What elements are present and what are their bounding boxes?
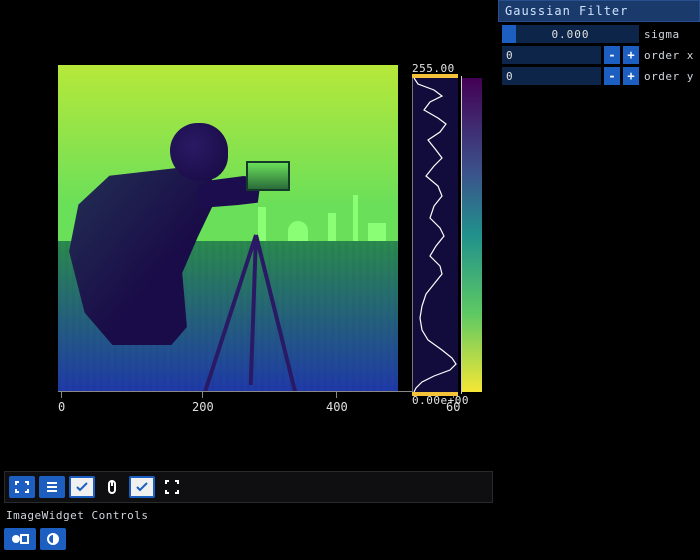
order-y-input[interactable]: 0 [502,67,601,85]
order-y-label: order y [642,67,696,85]
order-y-minus-button[interactable]: - [604,67,620,85]
sigma-slider[interactable]: 0.000 [502,25,639,43]
order-y-plus-button[interactable]: + [623,67,639,85]
order-x-plus-button[interactable]: + [623,46,639,64]
sigma-label: sigma [642,25,696,43]
order-x-minus-button[interactable]: - [604,46,620,64]
panel-title[interactable]: Gaussian Filter [498,0,700,22]
contrast-button[interactable] [40,528,66,550]
x-tick-label: 200 [192,400,214,414]
param-row-sigma: 0.000 sigma [502,25,696,43]
check-button-1[interactable] [69,476,95,498]
param-row-order-x: 0 - + order x [502,46,696,64]
colorbar[interactable] [462,78,482,392]
center-button[interactable] [39,476,65,498]
histogram-strip[interactable] [412,78,458,392]
main-image[interactable] [58,65,398,391]
imagewidget-toolbar [4,526,493,554]
view-toolbar [4,471,493,503]
check-button-2[interactable] [129,476,155,498]
sigma-slider-fill [502,25,516,43]
order-x-value: 0 [506,49,513,62]
mouse-icon[interactable] [99,476,125,498]
histogram-min-label: 0.00e+00 [412,394,469,407]
order-x-label: order x [642,46,696,64]
x-tick-label: 400 [326,400,348,414]
controls-section-label: ImageWidget Controls [0,505,497,526]
order-y-value: 0 [506,70,513,83]
fullscreen-button[interactable] [9,476,35,498]
param-row-order-y: 0 - + order y [502,67,696,85]
x-tick-label: 0 [58,400,65,414]
colormap-button[interactable] [4,528,36,550]
plot-canvas[interactable]: 0 200 400 60 255.00 0.00e+00 [0,0,497,469]
sigma-value: 0.000 [551,28,589,41]
crop-icon[interactable] [159,476,185,498]
order-x-input[interactable]: 0 [502,46,601,64]
x-axis: 0 200 400 60 [58,391,448,422]
